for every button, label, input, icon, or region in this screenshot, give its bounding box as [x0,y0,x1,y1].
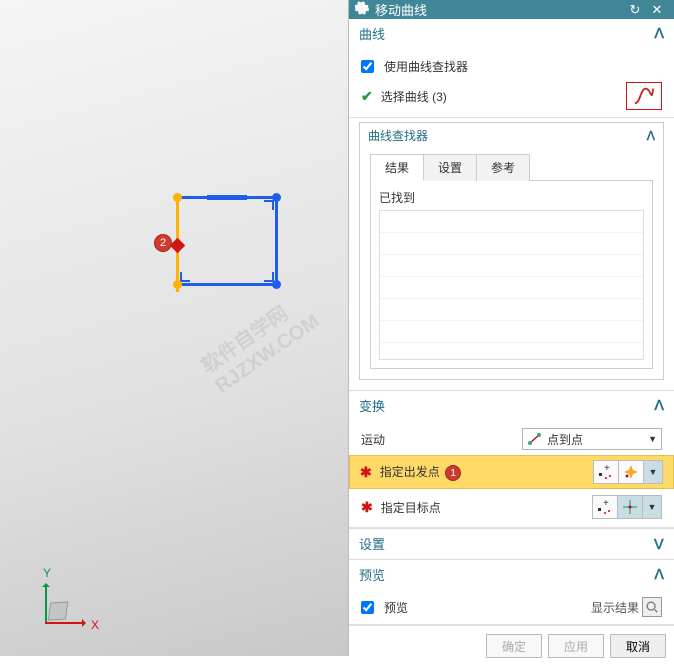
sketch-rectangle[interactable] [176,196,278,286]
section-curve-body: 使用曲线查找器 ✔ 选择曲线 (3) [349,49,674,118]
specify-start-row[interactable]: ✱ 指定出发点 1 + ▼ [349,455,674,489]
vertex-handle[interactable] [173,280,182,289]
finder-title: 曲线查找器 [368,127,647,144]
vertex-handle[interactable] [272,193,281,202]
motion-dropdown[interactable]: 点到点 ▼ [522,428,662,450]
point-to-point-icon [527,431,543,447]
ok-button[interactable]: 确定 [486,634,542,658]
vertex-handle[interactable] [173,193,182,202]
triad-cube [48,601,69,620]
chevron-up-icon: ᐱ [654,566,664,583]
section-transform-body: 运动 点到点 ▼ ✱ 指定出发点 1 + [349,421,674,528]
preview-checkbox[interactable] [361,601,374,614]
dropdown-arrow-icon: ▼ [648,434,657,444]
show-result-button[interactable]: 显示结果 [591,597,662,617]
dropdown-split-button[interactable]: ▼ [643,460,663,484]
curve-finder-panel: 曲线查找器 ᐱ 结果 设置 参考 已找到 [359,122,664,380]
corner-constraint [264,200,274,210]
tab-reference[interactable]: 参考 [476,154,530,181]
apply-button[interactable]: 应用 [548,634,604,658]
specify-target-row[interactable]: ✱ 指定目标点 + ▼ [361,491,662,523]
show-result-label: 显示结果 [591,599,639,616]
callout-badge-1: 1 [445,465,461,481]
finder-header[interactable]: 曲线查找器 ᐱ [360,123,663,148]
section-settings-header[interactable]: 设置 ᐱ [349,529,674,559]
pick-point-button[interactable]: + [592,495,618,519]
section-preview-header[interactable]: 预览 ᐱ [349,560,674,590]
viewport-3d[interactable]: 软件自学网RJZXW.COM 2 Y X [0,0,348,656]
section-transform-label: 变换 [359,396,654,415]
magnifier-icon [642,597,662,617]
crosshair-button[interactable] [617,495,643,519]
pick-point-button[interactable]: + [593,460,619,484]
x-axis: X [45,622,85,624]
tab-results-content: 已找到 [370,180,653,369]
motion-value: 点到点 [547,431,648,448]
edge-marker [207,195,247,200]
motion-label: 运动 [361,431,516,448]
gear-icon[interactable] [355,1,369,18]
coordinate-triad[interactable]: Y X [45,584,47,624]
dropdown-split-button[interactable]: ▼ [642,495,662,519]
dialog-panel: 移动曲线 ↻ ✕ 曲线 ᐱ 使用曲线查找器 ✔ 选择曲线 (3) 曲线查找器 ᐱ… [348,0,674,656]
select-curve-label: 选择曲线 (3) [381,88,620,105]
section-curve-label: 曲线 [359,24,654,43]
section-transform-header[interactable]: 变换 ᐱ [349,391,674,421]
chevron-down-icon: ᐱ [654,535,664,552]
section-settings-label: 设置 [359,534,654,553]
corner-constraint [180,272,190,282]
chevron-up-icon: ᐱ [654,25,664,42]
cancel-button[interactable]: 取消 [610,634,666,658]
specify-start-label: 指定出发点 1 [380,463,588,482]
start-point-buttons: + ▼ [594,460,663,484]
dialog-title: 移动曲线 [375,0,624,19]
tab-results[interactable]: 结果 [370,154,424,181]
midpoint-handle[interactable] [170,238,186,254]
required-icon: ✱ [361,499,373,516]
use-finder-checkbox[interactable] [361,60,374,73]
found-label: 已找到 [379,189,644,206]
section-curve-header[interactable]: 曲线 ᐱ [349,19,674,49]
dialog-footer: 确定 应用 取消 [349,625,674,666]
svg-text:+: + [604,463,610,474]
dialog-titlebar: 移动曲线 ↻ ✕ [349,0,674,19]
section-preview-body: 预览 显示结果 [349,590,674,625]
vertex-handle[interactable] [272,280,281,289]
preview-checkbox-label: 预览 [384,599,585,616]
callout-badge-2: 2 [154,234,172,252]
chevron-up-icon: ᐱ [647,129,655,143]
y-axis: Y [45,584,47,624]
x-axis-label: X [91,618,99,632]
svg-text:+: + [603,498,609,509]
curve-type-button[interactable] [626,82,662,110]
close-icon[interactable]: ✕ [646,2,668,18]
check-icon: ✔ [361,88,373,105]
target-point-buttons: + ▼ [593,495,662,519]
use-finder-label: 使用曲线查找器 [384,58,468,75]
watermark: 软件自学网RJZXW.COM [197,290,324,399]
spark-button[interactable] [618,460,644,484]
y-axis-label: Y [43,566,51,580]
tab-settings[interactable]: 设置 [423,154,477,181]
finder-tabs: 结果 设置 参考 [360,148,663,181]
required-icon: ✱ [360,464,372,481]
chevron-up-icon: ᐱ [654,397,664,414]
found-list[interactable] [379,210,644,360]
specify-target-label: 指定目标点 [381,499,587,516]
undo-icon[interactable]: ↻ [624,2,646,18]
section-preview-label: 预览 [359,565,654,584]
